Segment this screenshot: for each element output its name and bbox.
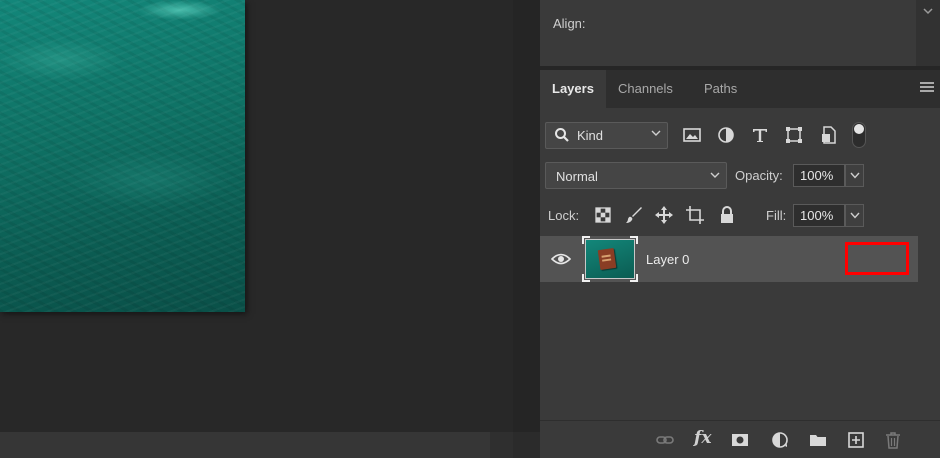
fill-dropdown-button[interactable] bbox=[845, 204, 864, 227]
highlight-annotation-box bbox=[845, 242, 909, 275]
lock-row: Lock: Fill: 100% bbox=[540, 200, 940, 230]
trash-icon[interactable] bbox=[884, 431, 902, 449]
blend-row: Normal Opacity: 100% bbox=[540, 160, 940, 190]
panel-menu-icon[interactable] bbox=[920, 82, 934, 94]
lock-transparent-pixels-icon[interactable] bbox=[593, 205, 613, 225]
filter-kind-select[interactable]: Kind bbox=[545, 122, 668, 149]
layer-name[interactable]: Layer 0 bbox=[646, 252, 689, 267]
eye-icon[interactable] bbox=[551, 252, 571, 266]
align-label: Align: bbox=[553, 16, 586, 31]
smart-object-filter-icon[interactable] bbox=[819, 125, 839, 145]
fill-label: Fill: bbox=[766, 208, 787, 223]
link-layers-icon[interactable] bbox=[656, 431, 674, 449]
horizontal-scroll-thumb[interactable] bbox=[0, 432, 490, 458]
lock-image-pixels-icon[interactable] bbox=[624, 205, 644, 225]
tab-channels[interactable]: Channels bbox=[606, 70, 692, 108]
adjustment-filter-icon[interactable] bbox=[716, 125, 736, 145]
opacity-label: Opacity: bbox=[735, 168, 783, 183]
layer-filter-row: Kind bbox=[540, 120, 940, 150]
thumbnail-book-image bbox=[597, 247, 617, 271]
fx-icon[interactable]: fx bbox=[694, 428, 716, 448]
layers-list: Layer 0 bbox=[540, 236, 918, 420]
panel-divider bbox=[513, 0, 540, 458]
image-filter-icon[interactable] bbox=[682, 125, 702, 145]
fill-input[interactable]: 100% bbox=[793, 204, 845, 227]
chevron-down-icon bbox=[651, 130, 661, 136]
folder-icon[interactable] bbox=[809, 431, 827, 449]
blend-mode-label: Normal bbox=[556, 169, 598, 184]
filter-kind-label: Kind bbox=[577, 128, 604, 143]
filter-toggle[interactable] bbox=[852, 122, 866, 148]
lock-position-icon[interactable] bbox=[654, 205, 674, 225]
new-layer-icon[interactable] bbox=[847, 431, 865, 449]
properties-panel: Align: bbox=[540, 0, 940, 66]
chevron-down-icon bbox=[850, 172, 860, 179]
opacity-input[interactable]: 100% bbox=[793, 164, 845, 187]
layers-bottom-toolbar: fx bbox=[540, 420, 940, 458]
layers-panel: Layers Channels Paths Kind Normal Opacit… bbox=[540, 70, 940, 458]
properties-scrollbar[interactable] bbox=[916, 0, 940, 66]
lock-all-icon[interactable] bbox=[717, 205, 737, 225]
chevron-down-icon bbox=[710, 172, 720, 178]
chevron-down-icon bbox=[850, 212, 860, 219]
canvas-workspace[interactable] bbox=[0, 0, 513, 458]
document-canvas[interactable] bbox=[0, 0, 245, 312]
layers-scrollbar[interactable] bbox=[918, 236, 940, 420]
panel-tab-bar: Layers Channels Paths bbox=[540, 70, 940, 108]
shape-filter-icon[interactable] bbox=[784, 125, 804, 145]
horizontal-scrollbar[interactable] bbox=[0, 432, 513, 458]
add-mask-icon[interactable] bbox=[731, 431, 749, 449]
new-adjustment-layer-icon[interactable] bbox=[771, 431, 789, 449]
chevron-down-icon[interactable] bbox=[922, 6, 934, 16]
tab-layers[interactable]: Layers bbox=[540, 70, 606, 108]
opacity-dropdown-button[interactable] bbox=[845, 164, 864, 187]
layer-row[interactable]: Layer 0 bbox=[540, 236, 918, 282]
layer-thumbnail[interactable] bbox=[582, 236, 638, 282]
lock-label: Lock: bbox=[548, 208, 580, 223]
lock-artboard-icon[interactable] bbox=[685, 205, 705, 225]
blend-mode-select[interactable]: Normal bbox=[545, 162, 727, 189]
search-icon bbox=[555, 128, 569, 142]
type-filter-icon[interactable] bbox=[750, 125, 770, 145]
tab-paths[interactable]: Paths bbox=[692, 70, 752, 108]
